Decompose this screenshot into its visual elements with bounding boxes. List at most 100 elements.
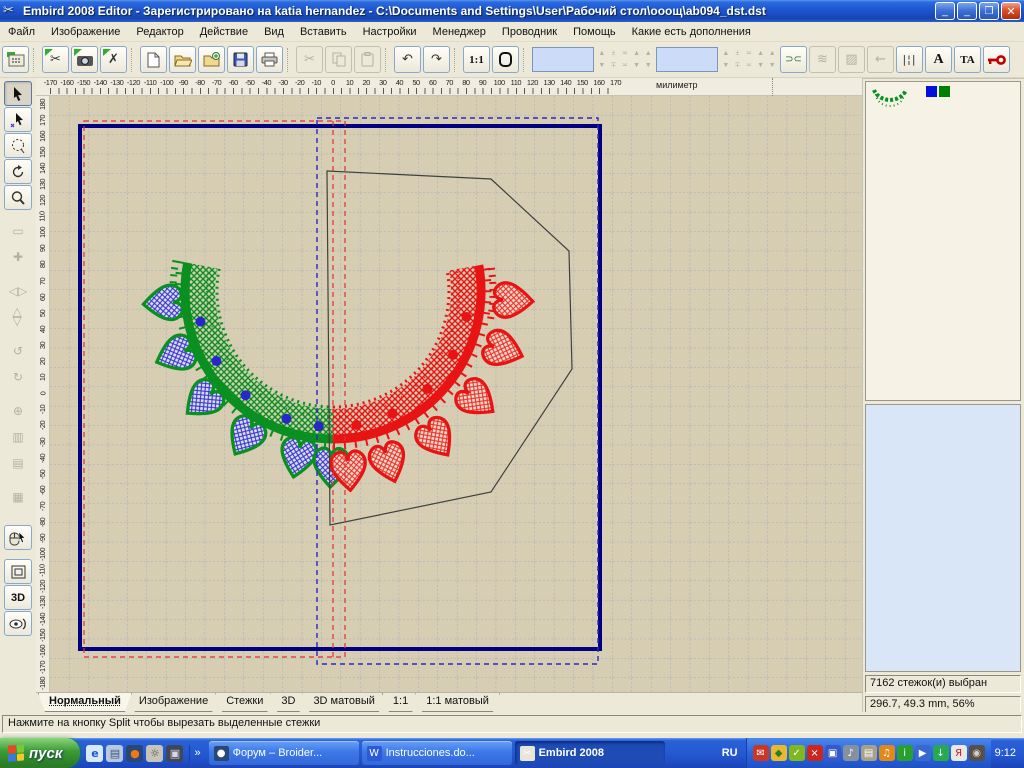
task-button[interactable]: ● Форум – Broider... [209, 741, 359, 765]
settings-icon[interactable]: ☼ [146, 745, 163, 762]
mouse-functions-icon[interactable] [4, 525, 32, 550]
mirror-horizontal-icon[interactable]: ◁▷ [4, 279, 32, 303]
view-tab[interactable]: Изображение [128, 693, 219, 712]
menu-item[interactable]: Проводник [494, 24, 565, 40]
view-tab[interactable]: 3D [270, 693, 306, 712]
design-canvas[interactable] [50, 96, 862, 692]
redo-icon[interactable]: ↷ [423, 46, 450, 73]
print-icon[interactable] [256, 46, 283, 73]
zoom-tool-icon[interactable] [4, 185, 32, 210]
editor-icon[interactable]: ▣ [166, 745, 183, 762]
hoop-icon[interactable] [492, 46, 519, 73]
menu-item[interactable]: Изображение [43, 24, 128, 40]
printer-icon[interactable]: ▤ [861, 745, 877, 761]
restore-icon[interactable]: ❒ [979, 2, 999, 20]
thread-palette-list-1[interactable] [532, 47, 594, 72]
delete-stitches-icon[interactable]: ✗ [100, 46, 127, 73]
menu-item[interactable]: Какие есть дополнения [624, 24, 759, 40]
outline-selection-icon[interactable]: ▦ [4, 485, 32, 509]
stitch-bars-icon[interactable]: |¦| [896, 46, 923, 73]
volume-icon[interactable]: ♫ [879, 745, 895, 761]
cut-icon[interactable]: ✂ [296, 46, 323, 73]
split-stitches-icon[interactable]: ✂ [42, 46, 69, 73]
minimize-icon[interactable]: _ [935, 2, 955, 20]
copy-icon[interactable] [325, 46, 352, 73]
select-stitches-tool-icon[interactable] [4, 107, 32, 132]
view-tab[interactable]: 3D матовый [302, 693, 385, 712]
yandex-icon[interactable]: Я [951, 745, 967, 761]
join-ends-icon[interactable]: ⊃⊂ [780, 46, 807, 73]
stitch-order-buttons-1[interactable]: ▲±≍▲▲ ▼∓≍▼▼ [596, 48, 654, 72]
center-design-icon[interactable]: ⊕ [4, 399, 32, 423]
info-icon[interactable]: i [897, 745, 913, 761]
firewall-icon[interactable]: × [807, 745, 823, 761]
monitor-icon[interactable]: ▶ [915, 745, 931, 761]
menu-item[interactable]: Файл [0, 24, 43, 40]
align-center-horizontal-icon[interactable]: ▥ [4, 425, 32, 449]
menu-item[interactable]: Вставить [292, 24, 355, 40]
camera-icon[interactable] [71, 46, 98, 73]
ruler-label: -150 [38, 629, 47, 642]
monogram-icon[interactable]: TA [954, 46, 981, 73]
audio-icon[interactable]: ♪ [843, 745, 859, 761]
agent-icon[interactable]: ◆ [771, 745, 787, 761]
lasso-select-tool-icon[interactable] [4, 133, 32, 158]
view-tab[interactable]: Стежки [215, 693, 274, 712]
undo-icon[interactable]: ↶ [394, 46, 421, 73]
thread-color-chip[interactable] [926, 86, 937, 97]
close-icon[interactable]: ✕ [1001, 2, 1021, 20]
menu-item[interactable]: Редактор [128, 24, 191, 40]
windows-copy-icon[interactable]: ▣ [825, 745, 841, 761]
view-3d-icon[interactable]: 3D [4, 585, 32, 610]
download-icon[interactable]: ↓ [933, 745, 949, 761]
rotate-cw-icon[interactable]: ↻ [4, 365, 32, 389]
redraw-eye-icon[interactable] [4, 611, 32, 636]
rotate-ccw-icon[interactable]: ↺ [4, 339, 32, 363]
minimize-all-icon[interactable]: _ [957, 2, 977, 20]
manager-icon[interactable] [2, 46, 29, 73]
menu-item[interactable]: Настройки [355, 24, 425, 40]
object-list[interactable] [865, 81, 1021, 401]
density-icon[interactable]: ▨ [838, 46, 865, 73]
redraw-window-icon[interactable] [4, 559, 32, 584]
menu-item[interactable]: Действие [192, 24, 256, 40]
move-tool-icon[interactable]: ✚ [4, 245, 32, 269]
task-button[interactable]: ✂ Embird 2008 [515, 741, 665, 765]
view-tab[interactable]: Нормальный [38, 693, 132, 712]
overflow-chevron[interactable]: » [190, 747, 204, 759]
select-tool-icon[interactable] [4, 81, 32, 106]
menu-item[interactable]: Менеджер [425, 24, 494, 40]
open-file-icon[interactable] [169, 46, 196, 73]
stitch-order-buttons-2[interactable]: ▲±≍▲▲ ▼∓≍▼▼ [720, 48, 778, 72]
thread-color-chip[interactable] [939, 86, 950, 97]
underlay-icon[interactable]: ⇜ [867, 46, 894, 73]
menu-item[interactable]: Помощь [565, 24, 624, 40]
mail-icon[interactable]: ✉ [753, 745, 769, 761]
show-desktop-icon[interactable]: ▤ [106, 745, 123, 762]
firefox-icon[interactable]: ● [126, 745, 143, 762]
resize-tool-icon[interactable]: ▭ [4, 219, 32, 243]
rotate-tool-icon[interactable] [4, 159, 32, 184]
start-button[interactable]: пуск [0, 738, 80, 768]
view-tab[interactable]: 1:1 [382, 693, 419, 712]
title-bar: ✂ Embird 2008 Editor - Зарегистрировано … [0, 0, 1024, 22]
save-icon[interactable] [227, 46, 254, 73]
ie-icon[interactable]: e [86, 745, 103, 762]
object-list-item[interactable] [866, 82, 1020, 114]
view-tab[interactable]: 1:1 матовый [415, 693, 500, 712]
menu-item[interactable]: Вид [256, 24, 292, 40]
thread-palette-list-2[interactable] [656, 47, 718, 72]
add-file-icon[interactable] [198, 46, 225, 73]
task-button[interactable]: W Instrucciones.do... [362, 741, 512, 765]
compensation-icon[interactable]: ≋ [809, 46, 836, 73]
text-icon[interactable]: A [925, 46, 952, 73]
paste-icon[interactable] [354, 46, 381, 73]
language-indicator[interactable]: RU [714, 747, 746, 759]
password-icon[interactable] [983, 46, 1010, 73]
scale-1-1-icon[interactable]: 1:1 [463, 46, 490, 73]
antivirus-icon[interactable]: ✓ [789, 745, 805, 761]
capture-icon[interactable]: ◉ [969, 745, 985, 761]
new-file-icon[interactable] [140, 46, 167, 73]
mirror-vertical-icon[interactable]: ◁▷ [6, 303, 30, 331]
align-center-vertical-icon[interactable]: ▤ [4, 451, 32, 475]
